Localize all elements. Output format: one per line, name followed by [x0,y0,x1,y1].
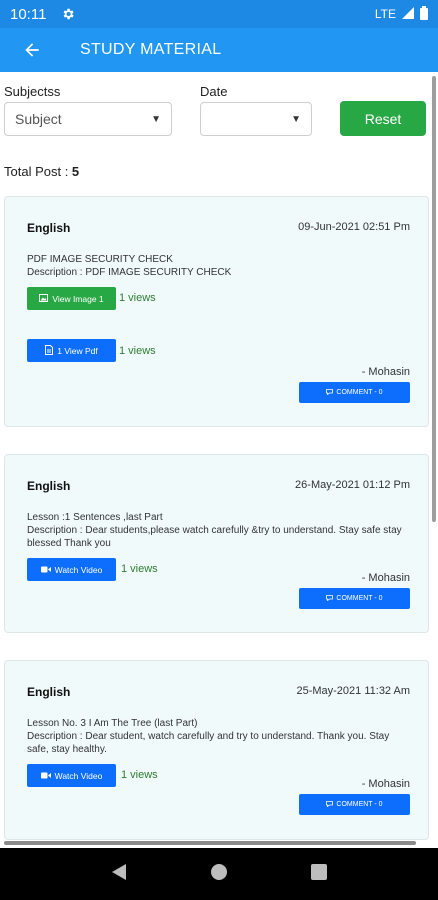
nav-recents-icon[interactable] [310,863,327,885]
post-author: - Mohasin [361,572,410,584]
nav-home-icon[interactable] [210,863,228,886]
system-nav-bar [0,848,438,900]
signal-icon [402,6,414,22]
view-image-label: View Image 1 [52,293,104,304]
video-icon [40,565,51,575]
post-description: Description : Dear students,please watch… [27,525,402,549]
status-bar: 10:11 LTE [0,0,438,28]
subject-label: Subjectss [4,84,61,99]
watch-video-button[interactable]: Watch Video [27,558,116,581]
post-description: Description : Dear student, watch carefu… [27,731,390,755]
post-title: Lesson No. 3 I Am The Tree (last Part) [27,718,198,729]
dropdown-caret-icon: ▼ [291,113,301,125]
view-image-button[interactable]: View Image 1 [27,287,116,310]
post-subject: English [27,221,71,235]
network-type: LTE [374,7,396,21]
app-bar: STUDY MATERIAL [0,28,438,72]
post-date: 09-Jun-2021 02:51 Pm [298,221,410,233]
watch-video-label: Watch Video [54,564,103,575]
filter-bar: Subjectss Subject ▼ Date ▼ Reset [0,84,438,144]
date-select[interactable]: ▼ [200,102,312,136]
comment-label: COMMENT - 0 [336,595,383,602]
reset-button[interactable]: Reset [340,101,426,136]
post-date: 25-May-2021 11:32 Am [296,685,410,697]
vertical-scrollbar[interactable] [432,76,436,522]
image-views: 1 views [119,292,156,304]
nav-back-icon[interactable] [111,863,127,886]
view-pdf-label: 1 View Pdf [57,345,98,356]
post-description: Description : PDF IMAGE SECURITY CHECK [27,267,232,278]
video-views: 1 views [121,563,158,575]
date-label: Date [200,84,228,99]
comment-label: COMMENT - 0 [336,801,383,808]
post-author: - Mohasin [361,366,410,378]
page-title: STUDY MATERIAL [80,41,222,58]
horizontal-scrollbar[interactable] [4,841,416,845]
pdf-icon [45,344,54,357]
battery-icon [420,5,428,23]
post-card: English 09-Jun-2021 02:51 Pm PDF IMAGE S… [4,196,429,427]
subject-select[interactable]: Subject ▼ [4,102,172,136]
post-title: Lesson :1 Sentences ,last Part [27,512,163,523]
total-post-count: 5 [71,164,80,179]
watch-video-label: Watch Video [54,770,103,781]
post-subject: English [27,479,71,493]
comment-icon [326,800,334,809]
comment-button[interactable]: COMMENT - 0 [299,794,410,815]
post-card: English 25-May-2021 11:32 Am Lesson No. … [4,660,429,840]
post-date: 26-May-2021 01:12 Pm [295,479,410,491]
comment-icon [326,594,334,603]
post-card: English 26-May-2021 01:12 Pm Lesson :1 S… [4,454,429,633]
view-pdf-button[interactable]: 1 View Pdf [27,339,116,362]
comment-button[interactable]: COMMENT - 0 [299,382,410,403]
comment-icon [326,388,334,397]
post-author: - Mohasin [361,778,410,790]
comment-button[interactable]: COMMENT - 0 [299,588,410,609]
total-post-label: Total Post : [4,164,72,179]
watch-video-button[interactable]: Watch Video [27,764,116,787]
subject-select-value: Subject [15,111,62,127]
status-time: 10:11 [10,5,47,23]
total-post: Total Post : 5 [4,164,79,179]
video-views: 1 views [121,769,158,781]
post-title: PDF IMAGE SECURITY CHECK [27,254,173,265]
gear-icon [60,6,76,22]
dropdown-caret-icon: ▼ [151,113,161,125]
post-subject: English [27,685,71,699]
video-icon [40,771,51,781]
pdf-views: 1 views [119,345,156,357]
back-arrow-icon[interactable] [0,28,64,72]
comment-label: COMMENT - 0 [336,389,383,396]
image-icon [39,293,49,304]
